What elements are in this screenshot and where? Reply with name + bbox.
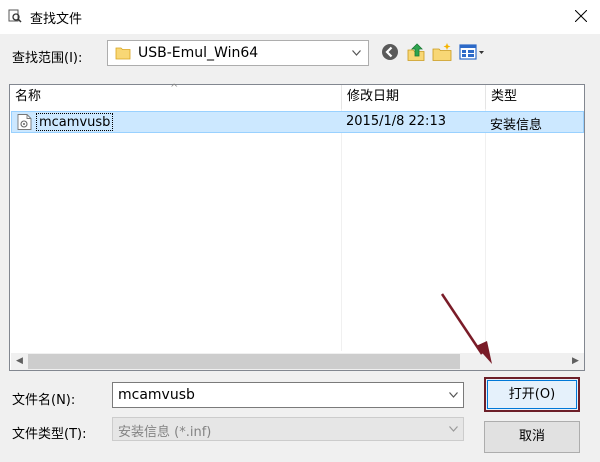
back-arrow-icon	[382, 44, 398, 60]
file-name-cell: mcamvusb	[36, 113, 114, 131]
scrollbar-thumb[interactable]	[28, 354, 460, 369]
column-divider	[341, 109, 342, 351]
filetype-label: 文件类型(T):	[12, 427, 87, 442]
up-folder-icon	[407, 43, 425, 61]
column-header-label: 类型	[491, 89, 518, 104]
chevron-down-icon[interactable]	[449, 392, 458, 398]
inf-file-icon	[17, 114, 32, 130]
lookin-label: 查找范围(I):	[12, 51, 83, 66]
close-icon	[575, 10, 587, 22]
filename-label: 文件名(N):	[12, 393, 76, 408]
file-list[interactable]: 名称 ^ 修改日期 类型 mcamvusb 2015/1/8 22:13 安装信…	[9, 83, 585, 371]
column-divider	[485, 109, 486, 351]
filetype-dropdown[interactable]: 安装信息 (*.inf)	[112, 417, 464, 441]
column-header-date[interactable]: 修改日期	[341, 85, 485, 109]
title-bar: 查找文件	[0, 0, 600, 34]
file-row[interactable]: mcamvusb 2015/1/8 22:13 安装信息	[11, 111, 584, 133]
view-menu-icon	[459, 44, 484, 60]
column-header-type[interactable]: 类型	[485, 85, 585, 109]
new-folder-icon	[432, 43, 452, 61]
open-button[interactable]: 打开(O)	[484, 377, 580, 412]
lookin-value: USB-Emul_Win64	[138, 45, 259, 61]
cancel-button[interactable]: 取消	[484, 421, 580, 453]
window-title: 查找文件	[30, 12, 83, 27]
close-button[interactable]	[566, 2, 596, 32]
column-header-label: 名称	[15, 89, 42, 104]
scroll-left-icon[interactable]: ◀	[11, 353, 28, 370]
filetype-value: 安装信息 (*.inf)	[118, 425, 212, 440]
filename-input[interactable]: mcamvusb	[112, 382, 464, 408]
column-header-label: 修改日期	[347, 89, 400, 104]
horizontal-scrollbar[interactable]: ◀ ▶	[11, 353, 584, 370]
up-folder-button[interactable]	[406, 42, 426, 62]
chevron-down-icon	[352, 50, 361, 56]
filename-value: mcamvusb	[118, 387, 195, 403]
view-menu-button[interactable]	[459, 42, 485, 62]
back-button[interactable]	[380, 42, 400, 62]
file-type-cell: 安装信息	[490, 118, 543, 133]
sort-arrow-icon: ^	[170, 83, 179, 94]
open-button-focus-ring	[487, 380, 577, 409]
folder-icon	[115, 47, 131, 60]
scroll-right-icon[interactable]: ▶	[567, 353, 584, 370]
column-header-name[interactable]: 名称 ^	[10, 83, 341, 109]
new-folder-button[interactable]	[432, 42, 452, 62]
file-date-cell: 2015/1/8 22:13	[346, 114, 446, 129]
cancel-button-label: 取消	[518, 429, 545, 444]
lookin-dropdown[interactable]: USB-Emul_Win64	[107, 40, 369, 66]
search-file-icon	[8, 9, 22, 23]
chevron-down-icon	[449, 426, 458, 432]
